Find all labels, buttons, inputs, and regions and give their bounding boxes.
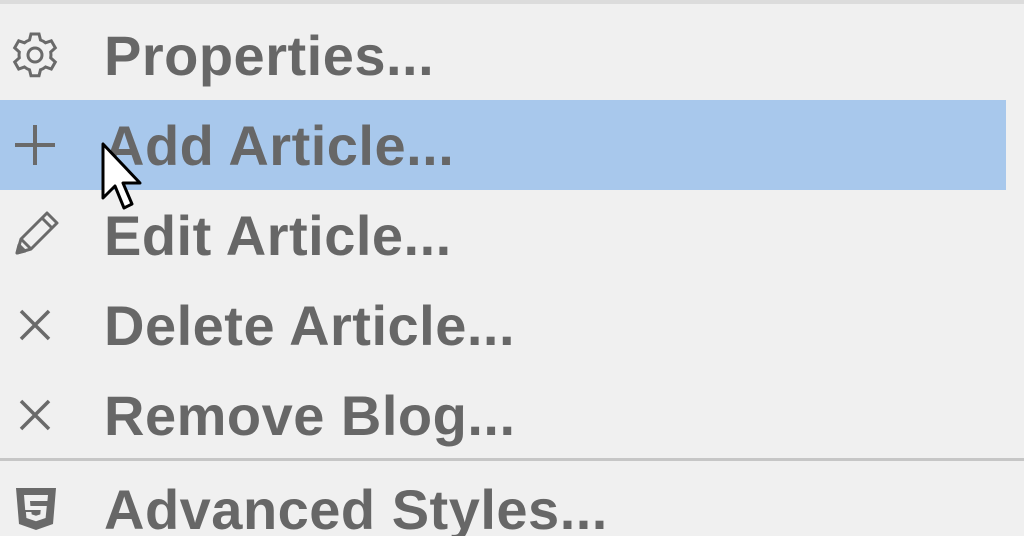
menu-item-advanced-styles[interactable]: Advanced Styles...	[0, 464, 1006, 536]
close-icon	[6, 296, 64, 354]
close-icon	[6, 386, 64, 444]
menu-item-properties[interactable]: Properties...	[0, 10, 1006, 100]
pencil-icon	[6, 206, 64, 264]
menu-item-delete-article[interactable]: Delete Article...	[0, 280, 1006, 370]
plus-icon	[6, 116, 64, 174]
menu-item-label: Advanced Styles...	[104, 477, 608, 536]
menu-item-label: Add Article...	[104, 113, 455, 177]
menu-item-label: Properties...	[104, 23, 435, 87]
css3-icon	[6, 480, 64, 536]
menu-item-label: Remove Blog...	[104, 383, 516, 447]
menu-item-label: Edit Article...	[104, 203, 452, 267]
mouse-cursor-icon	[101, 142, 142, 210]
gear-icon	[6, 26, 64, 84]
menu-item-remove-blog[interactable]: Remove Blog...	[0, 370, 1006, 460]
menu-separator	[0, 458, 1024, 461]
menu-item-edit-article[interactable]: Edit Article...	[0, 190, 1006, 280]
menu-item-add-article[interactable]: Add Article...	[0, 100, 1006, 190]
context-menu: Properties... Add Article... Edit Articl…	[0, 0, 1024, 536]
menu-item-label: Delete Article...	[104, 293, 516, 357]
